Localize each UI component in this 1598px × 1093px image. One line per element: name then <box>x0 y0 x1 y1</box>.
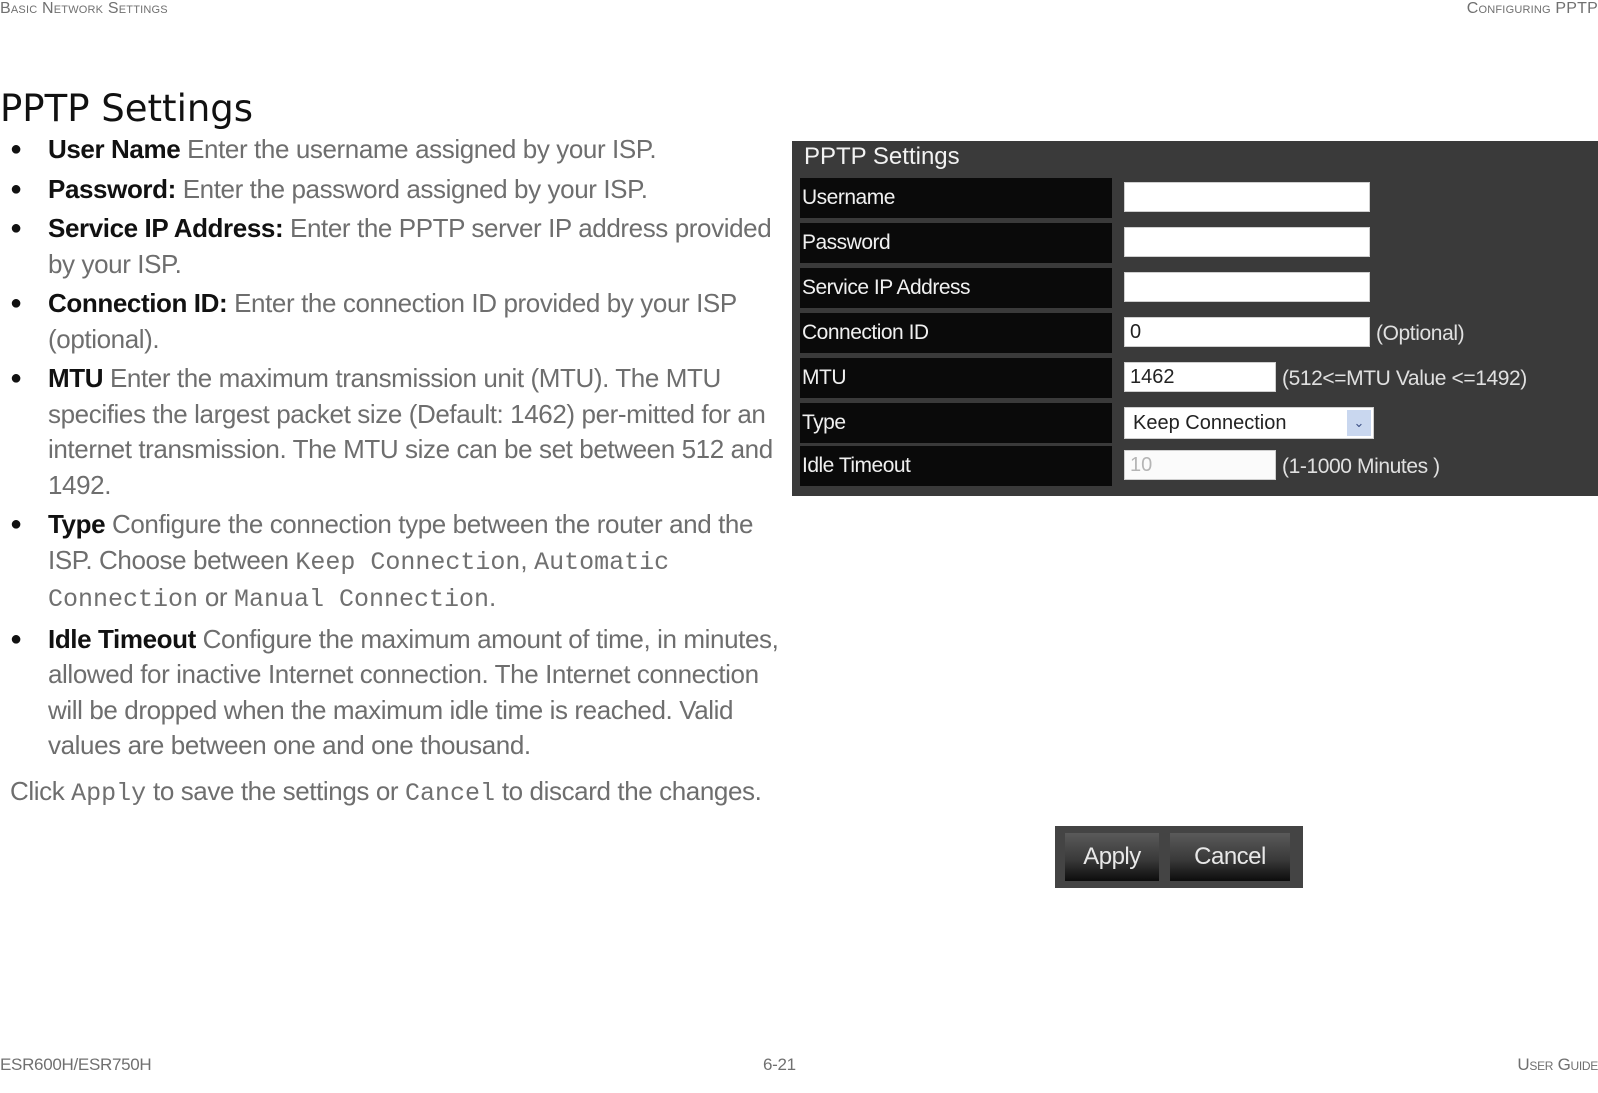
bullet-icon: ● <box>10 138 22 160</box>
header-section-title: Basic Network Settings <box>0 0 168 17</box>
panel-title: PPTP Settings <box>804 143 960 170</box>
page-title: PPTP Settings <box>0 86 254 130</box>
type-select[interactable]: Keep Connection ⌄ <box>1124 407 1374 439</box>
apply-keyword: Apply <box>71 778 147 808</box>
separator: . <box>489 582 496 612</box>
item-term: Type <box>48 509 106 539</box>
field-row-username: Username <box>800 178 1590 218</box>
field-label: Idle Timeout <box>800 446 1112 486</box>
option-manual-connection: Manual Connection <box>234 585 490 614</box>
list-item-idle-timeout: ● Idle Timeout Configure the maximum amou… <box>0 622 790 764</box>
header-chapter-title: Configuring PPTP <box>1466 0 1598 17</box>
bullet-icon: ● <box>10 217 22 239</box>
item-desc: Enter the maximum transmission unit (MTU… <box>48 363 773 500</box>
service-ip-input[interactable] <box>1124 272 1370 302</box>
bullet-icon: ● <box>10 367 22 389</box>
list-item-user-name: ● User Name Enter the username assigned b… <box>0 132 790 168</box>
pptp-settings-panel: PPTP Settings Username Password Service … <box>792 141 1598 496</box>
field-hint: (Optional) <box>1376 322 1465 345</box>
field-row-connection-id: Connection ID 0 (Optional) <box>800 313 1590 353</box>
bullet-icon: ● <box>10 513 22 535</box>
field-label: Password <box>800 223 1112 263</box>
closing-text: to discard the changes. <box>495 775 762 806</box>
idle-timeout-input[interactable]: 10 <box>1124 450 1276 480</box>
closing-paragraph: Click Apply to save the settings or Canc… <box>10 774 770 811</box>
item-term: Connection ID: <box>48 288 228 318</box>
item-term: Idle Timeout <box>48 623 196 654</box>
button-bar: Apply Cancel <box>1055 826 1303 888</box>
bullet-icon: ● <box>10 627 22 650</box>
item-term: MTU <box>48 363 104 393</box>
field-row-service-ip: Service IP Address <box>800 268 1590 308</box>
field-label: Service IP Address <box>800 268 1112 308</box>
cancel-keyword: Cancel <box>404 778 495 808</box>
separator: , <box>520 544 535 575</box>
field-row-mtu: MTU 1462 (512<=MTU Value <=1492) <box>800 358 1590 398</box>
cancel-button[interactable]: Cancel <box>1170 833 1290 881</box>
connection-id-input[interactable]: 0 <box>1124 317 1370 347</box>
password-input[interactable] <box>1124 227 1370 257</box>
bullet-icon: ● <box>10 177 22 200</box>
mtu-input[interactable]: 1462 <box>1124 362 1276 392</box>
item-desc: Enter the password assigned by your ISP. <box>175 173 648 204</box>
item-term: Service IP Address: <box>48 213 284 243</box>
field-label: Type <box>800 403 1112 443</box>
apply-button[interactable]: Apply <box>1065 833 1159 881</box>
type-selected-value: Keep Connection <box>1133 412 1287 434</box>
chevron-down-icon[interactable]: ⌄ <box>1347 410 1371 436</box>
field-label: Username <box>800 178 1112 218</box>
option-keep-connection: Keep Connection <box>295 547 521 577</box>
footer-model: ESR600H/ESR750H <box>0 1055 152 1074</box>
bullet-icon: ● <box>10 292 22 314</box>
username-input[interactable] <box>1124 182 1370 212</box>
item-desc: Enter the username assigned by your ISP. <box>180 134 657 164</box>
item-term: User Name <box>48 134 181 164</box>
list-item-type: ● Type Configure the connection type betw… <box>0 507 790 618</box>
field-label: MTU <box>800 358 1112 398</box>
field-row-idle-timeout: Idle Timeout 10 (1-1000 Minutes ) <box>800 446 1590 486</box>
footer-page-number: 6-21 <box>763 1055 796 1074</box>
closing-text: Click <box>10 775 72 806</box>
list-item-password: ● Password: Enter the password assigned b… <box>0 172 790 208</box>
field-hint: (1-1000 Minutes ) <box>1282 455 1440 478</box>
field-row-type: Type Keep Connection ⌄ <box>800 403 1590 443</box>
list-item-connection-id: ● Connection ID: Enter the connection ID … <box>0 286 790 357</box>
list-item-mtu: ● MTU Enter the maximum transmission unit… <box>0 361 790 503</box>
separator: or <box>198 582 234 612</box>
closing-text: to save the settings or <box>146 775 405 806</box>
footer-guide-title: User Guide <box>1517 1055 1598 1074</box>
field-row-password: Password <box>800 223 1590 263</box>
list-item-service-ip: ● Service IP Address: Enter the PPTP serv… <box>0 211 790 282</box>
item-term: Password: <box>48 173 176 204</box>
description-list: ● User Name Enter the username assigned b… <box>0 132 790 811</box>
field-label: Connection ID <box>800 313 1112 353</box>
field-hint: (512<=MTU Value <=1492) <box>1282 367 1527 390</box>
